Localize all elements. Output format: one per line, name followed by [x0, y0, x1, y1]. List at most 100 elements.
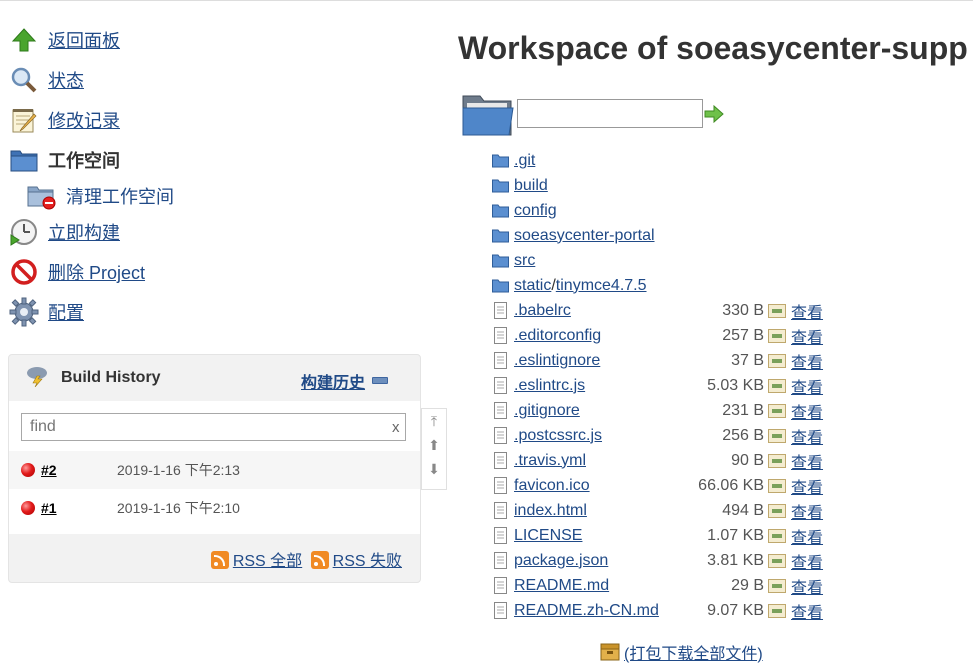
sidebar-nav: 返回面板 状态 修改记录 工作空间 清理工作空间 立即构建 删除 Project… — [8, 20, 408, 332]
view-icon[interactable] — [768, 429, 786, 443]
page-up-icon[interactable]: ⬆ — [422, 433, 446, 457]
build-number-link[interactable]: #2 — [41, 462, 57, 478]
path-input[interactable] — [517, 99, 703, 128]
view-link[interactable]: 查看 — [791, 374, 823, 398]
build-row: #2 2019-1-16 下午2:13 — [9, 451, 420, 489]
file-link[interactable]: .babelrc — [514, 302, 571, 320]
view-link[interactable]: 查看 — [791, 349, 823, 373]
view-link[interactable]: 查看 — [791, 324, 823, 348]
collapse-minus-icon[interactable] — [372, 377, 388, 384]
nav-wipe-workspace[interactable]: 清理工作空间 — [8, 180, 408, 212]
file-icon — [494, 502, 507, 519]
file-link[interactable]: .gitignore — [514, 402, 580, 420]
file-icon — [494, 527, 507, 544]
wipe-folder-icon — [26, 180, 58, 212]
folder-icon — [492, 204, 509, 218]
rss-failed-link[interactable]: RSS 失败 — [333, 553, 402, 570]
file-link[interactable]: .eslintrc.js — [514, 377, 585, 395]
view-icon[interactable] — [768, 304, 786, 318]
build-search-input[interactable] — [21, 413, 406, 441]
file-size: 5.03 KB — [707, 376, 764, 394]
view-icon[interactable] — [768, 554, 786, 568]
file-row: .eslintrc.js 5.03 KB 查看 — [492, 373, 852, 398]
top-divider — [0, 0, 973, 1]
view-icon[interactable] — [768, 504, 786, 518]
go-arrow-icon[interactable] — [704, 104, 724, 128]
view-link[interactable]: 查看 — [791, 474, 823, 498]
file-link[interactable]: README.md — [514, 577, 609, 595]
view-icon[interactable] — [768, 404, 786, 418]
view-link[interactable]: 查看 — [791, 299, 823, 323]
file-link[interactable]: .travis.yml — [514, 452, 586, 470]
nav-changes-label[interactable]: 修改记录 — [48, 107, 120, 133]
page-down-icon[interactable]: ⬇ — [422, 457, 446, 481]
folder-row: src — [492, 248, 852, 273]
file-size: 3.81 KB — [707, 551, 764, 569]
file-size: 231 B — [722, 401, 764, 419]
folder-link[interactable]: build — [514, 177, 548, 195]
build-number-link[interactable]: #1 — [41, 500, 57, 516]
view-icon[interactable] — [768, 379, 786, 393]
folder-link[interactable]: soeasycenter-portal — [514, 227, 655, 245]
download-all-link[interactable]: (打包下载全部文件) — [624, 640, 763, 664]
view-link[interactable]: 查看 — [791, 424, 823, 448]
rss-icon — [310, 551, 329, 569]
page-top-icon[interactable]: ⤒ — [422, 409, 446, 433]
nav-workspace-label[interactable]: 工作空间 — [48, 147, 120, 173]
view-link[interactable]: 查看 — [791, 499, 823, 523]
file-link[interactable]: package.json — [514, 552, 608, 570]
view-icon[interactable] — [768, 354, 786, 368]
folder-link[interactable]: src — [514, 252, 535, 270]
view-icon[interactable] — [768, 604, 786, 618]
file-size: 9.07 KB — [707, 601, 764, 619]
folder-link[interactable]: .git — [514, 152, 535, 170]
view-link[interactable]: 查看 — [791, 599, 823, 623]
open-folder-icon — [462, 92, 514, 136]
view-link[interactable]: 查看 — [791, 524, 823, 548]
view-icon[interactable] — [768, 329, 786, 343]
view-icon[interactable] — [768, 454, 786, 468]
view-icon[interactable] — [768, 529, 786, 543]
nav-delete-project-label[interactable]: 删除 Project — [48, 259, 145, 285]
notepad-icon — [8, 104, 40, 136]
view-link[interactable]: 查看 — [791, 449, 823, 473]
view-link[interactable]: 查看 — [791, 399, 823, 423]
build-history-title: Build History — [61, 369, 161, 386]
view-link[interactable]: 查看 — [791, 549, 823, 573]
nav-back-to-dashboard[interactable]: 返回面板 — [8, 20, 408, 60]
file-link[interactable]: index.html — [514, 502, 587, 520]
nav-delete-project[interactable]: 删除 Project — [8, 252, 408, 292]
nav-build-now-label[interactable]: 立即构建 — [48, 219, 120, 245]
file-link[interactable]: favicon.ico — [514, 477, 590, 495]
folder-link[interactable]: config — [514, 202, 557, 220]
clear-search-button[interactable]: x — [392, 419, 400, 436]
file-link[interactable]: README.zh-CN.md — [514, 602, 659, 620]
subfolder-link[interactable]: tinymce4.7.5 — [556, 277, 647, 295]
nav-configure[interactable]: 配置 — [8, 292, 408, 332]
build-trend-link[interactable]: 构建历史 — [301, 369, 365, 393]
nav-configure-label[interactable]: 配置 — [48, 299, 84, 325]
view-icon[interactable] — [768, 579, 786, 593]
view-link[interactable]: 查看 — [791, 574, 823, 598]
nav-changes[interactable]: 修改记录 — [8, 100, 408, 140]
nav-build-now[interactable]: 立即构建 — [8, 212, 408, 252]
nav-status[interactable]: 状态 — [8, 60, 408, 100]
nav-back-label[interactable]: 返回面板 — [48, 27, 120, 53]
file-icon — [494, 427, 507, 444]
file-link[interactable]: .editorconfig — [514, 327, 601, 345]
view-icon[interactable] — [768, 479, 786, 493]
folder-icon — [492, 279, 509, 293]
file-link[interactable]: LICENSE — [514, 527, 582, 545]
file-link[interactable]: .eslintignore — [514, 352, 600, 370]
file-link[interactable]: .postcssrc.js — [514, 427, 602, 445]
file-size: 37 B — [731, 351, 764, 369]
folder-link[interactable]: static — [514, 277, 551, 295]
nav-status-label[interactable]: 状态 — [48, 67, 84, 93]
no-entry-icon — [8, 256, 40, 288]
page-title: Workspace of soeasycenter-supp — [458, 30, 968, 66]
file-row: README.zh-CN.md 9.07 KB 查看 — [492, 598, 852, 623]
file-size: 256 B — [722, 426, 764, 444]
nav-workspace[interactable]: 工作空间 — [8, 140, 408, 180]
rss-all-link[interactable]: RSS 全部 — [233, 553, 302, 570]
nav-wipe-workspace-label[interactable]: 清理工作空间 — [66, 183, 174, 209]
